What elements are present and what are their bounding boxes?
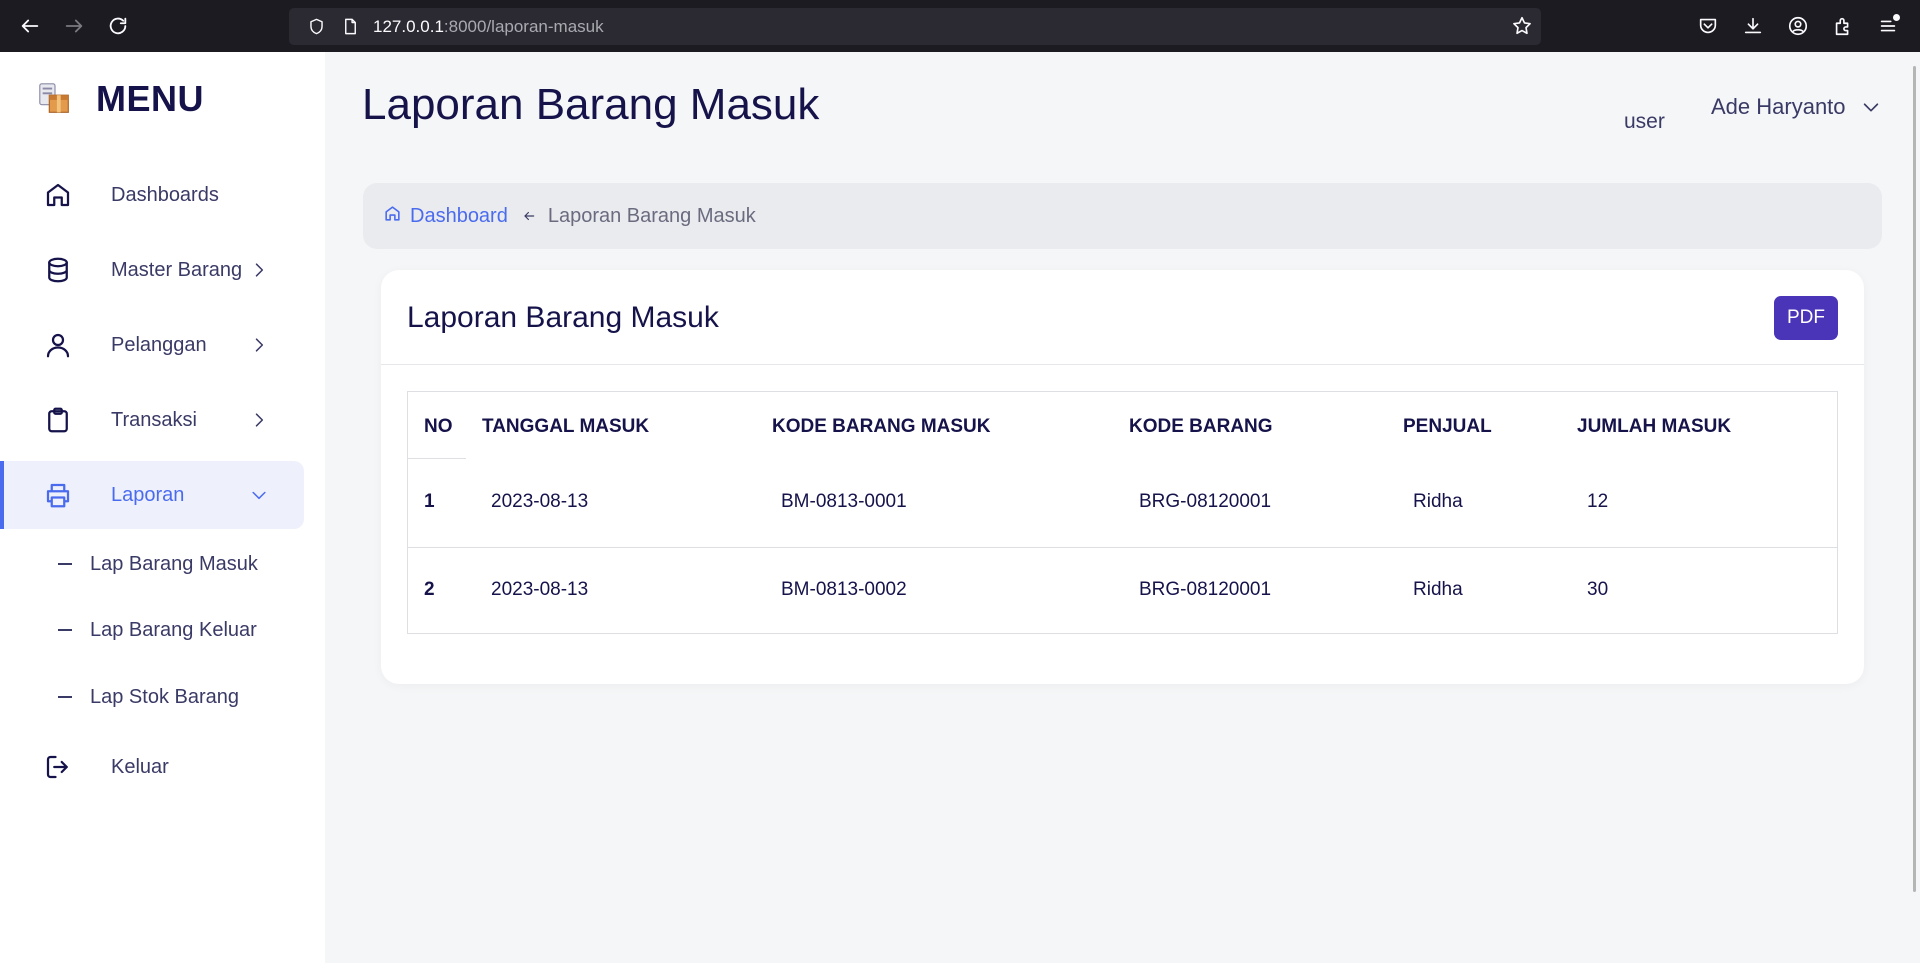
report-table: NO TANGGAL MASUK KODE BARANG MASUK KODE … <box>407 391 1838 634</box>
brand[interactable]: MENU <box>36 78 204 120</box>
page-icon <box>333 8 367 45</box>
pdf-button[interactable]: PDF <box>1774 296 1838 340</box>
card-header: Laporan Barang Masuk PDF <box>381 270 1864 365</box>
boxes-logo-icon <box>36 80 74 118</box>
table-cell: Ridha <box>1413 579 1463 600</box>
user-icon <box>42 329 74 361</box>
sidebar-subitem-lap-barang-masuk[interactable]: Lap Barang Masuk <box>58 549 258 579</box>
menu-icon[interactable] <box>1865 0 1910 52</box>
breadcrumb: Dashboard Laporan Barang Masuk <box>363 183 1882 249</box>
table-cell: BM-0813-0001 <box>781 491 907 512</box>
chevron-right-icon <box>249 410 269 430</box>
forward-arrow-icon <box>65 19 83 33</box>
table-cell: BM-0813-0002 <box>781 579 907 600</box>
sidebar-item-transaksi[interactable]: Transaksi <box>4 386 304 454</box>
account-icon[interactable] <box>1775 0 1820 52</box>
breadcrumb-link-dashboard[interactable]: Dashboard <box>410 205 508 228</box>
column-header-jumlah-masuk: JUMLAH MASUK <box>1577 416 1732 437</box>
printer-icon <box>42 479 74 511</box>
chevron-down-icon <box>1863 103 1878 112</box>
report-card: Laporan Barang Masuk PDF NO TANGGAL MASU… <box>381 270 1864 684</box>
sidebar-item-master-barang[interactable]: Master Barang <box>4 236 304 304</box>
sidebar-item-laporan[interactable]: Laporan <box>0 461 304 529</box>
chevron-down-icon <box>249 485 269 505</box>
url-text: 127.0.0.1:8000/laporan-masuk <box>373 16 604 36</box>
page-scrollbar[interactable] <box>1913 66 1916 892</box>
reload-button[interactable] <box>96 0 140 52</box>
reload-icon <box>109 17 127 35</box>
browser-toolbar: 127.0.0.1:8000/laporan-masuk <box>0 0 1920 52</box>
logout-icon <box>42 751 74 783</box>
user-menu-dropdown[interactable]: Ade Haryanto <box>1711 94 1882 120</box>
table-cell: 12 <box>1587 491 1609 512</box>
sidebar-item-dashboards[interactable]: Dashboards <box>4 161 304 229</box>
home-icon <box>42 179 74 211</box>
chevron-right-icon <box>249 260 269 280</box>
brand-title: MENU <box>96 78 204 119</box>
table-cell: 1 <box>424 491 435 512</box>
table-cell: BRG-08120001 <box>1139 579 1272 600</box>
database-icon <box>42 254 74 286</box>
card-title: Laporan Barang Masuk <box>407 301 719 334</box>
sidebar-item-pelanggan[interactable]: Pelanggan <box>4 311 304 379</box>
forward-button[interactable] <box>52 0 96 52</box>
back-button[interactable] <box>8 0 52 52</box>
table-cell: 2023-08-13 <box>491 491 589 512</box>
home-icon <box>383 204 402 228</box>
sidebar-subitem-label: Lap Stok Barang <box>90 685 239 708</box>
pocket-icon[interactable] <box>1685 0 1730 52</box>
column-header-tanggal-masuk: TANGGAL MASUK <box>482 416 650 437</box>
page-title: Laporan Barang Masuk <box>362 80 820 129</box>
sidebar-subitem-lap-stok-barang[interactable]: Lap Stok Barang <box>58 682 239 712</box>
sidebar-item-label: Keluar <box>111 755 169 778</box>
sidebar-item-label: Laporan <box>111 483 185 506</box>
sidebar-subitem-label: Lap Barang Keluar <box>90 618 257 641</box>
sidebar-subitem-lap-barang-keluar[interactable]: Lap Barang Keluar <box>58 615 257 645</box>
table-cell: BRG-08120001 <box>1139 491 1272 512</box>
sidebar-item-label: Dashboards <box>111 183 219 206</box>
table-cell: 2 <box>424 579 435 600</box>
arrow-left-icon <box>522 209 536 223</box>
column-header-penjual: PENJUAL <box>1403 416 1492 437</box>
user-role: user <box>1624 110 1665 133</box>
column-header-no: NO <box>424 416 453 437</box>
user-name: Ade Haryanto <box>1711 94 1846 119</box>
chevron-right-icon <box>249 335 269 355</box>
column-header-kode-barang-masuk: KODE BARANG MASUK <box>772 416 991 437</box>
sidebar-item-label: Transaksi <box>111 408 197 431</box>
clipboard-icon <box>42 404 74 436</box>
sidebar-item-keluar[interactable]: Keluar <box>4 733 304 801</box>
breadcrumb-current: Laporan Barang Masuk <box>547 204 756 227</box>
bookmark-star-icon[interactable] <box>1511 15 1533 42</box>
table-cell: 30 <box>1587 579 1609 600</box>
column-header-kode-barang: KODE BARANG <box>1129 416 1273 437</box>
sidebar-subitem-label: Lap Barang Masuk <box>90 552 258 575</box>
address-bar[interactable]: 127.0.0.1:8000/laporan-masuk <box>289 8 1541 45</box>
sidebar-item-label: Pelanggan <box>111 333 207 356</box>
shield-icon <box>299 8 333 45</box>
back-arrow-icon <box>21 19 39 33</box>
sidebar: MENU Dashboards Master Barang Pelanggan … <box>0 52 325 963</box>
table-cell: Ridha <box>1413 491 1463 512</box>
sidebar-item-label: Master Barang <box>111 258 243 281</box>
table-cell: 2023-08-13 <box>491 579 589 600</box>
extensions-icon[interactable] <box>1820 0 1865 52</box>
download-icon[interactable] <box>1730 0 1775 52</box>
